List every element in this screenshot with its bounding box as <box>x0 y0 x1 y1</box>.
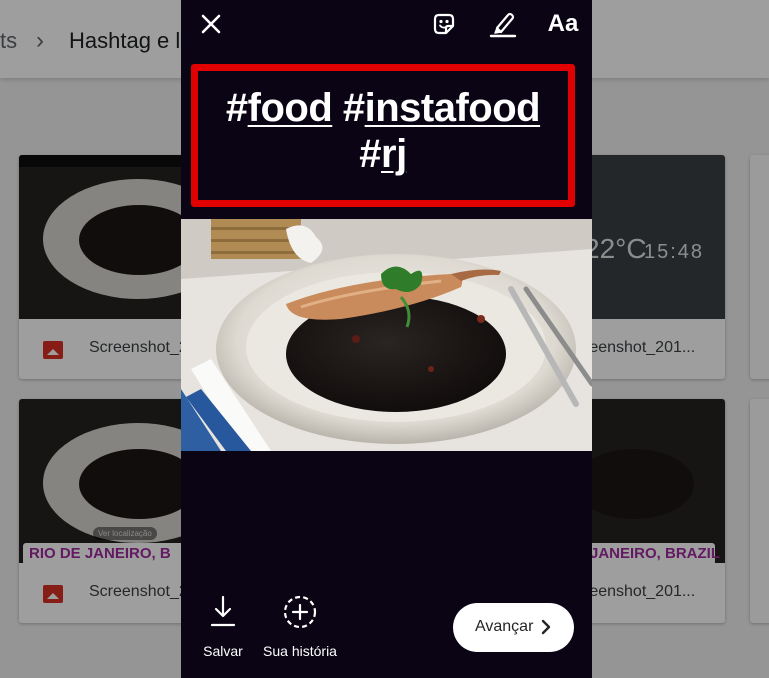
hashtag-food[interactable]: #food <box>226 86 333 130</box>
sticker-icon <box>433 13 455 35</box>
next-button[interactable]: Avançar <box>453 603 574 652</box>
draw-button[interactable] <box>488 8 518 40</box>
text-tool-button[interactable]: Aa <box>541 8 585 40</box>
save-button[interactable]: Salvar <box>201 594 245 664</box>
food-photo-image: d do <box>181 219 592 451</box>
next-label: Avançar <box>475 618 534 635</box>
sticker-button[interactable] <box>429 8 459 40</box>
add-story-icon <box>283 595 317 629</box>
story-photo: d do <box>181 219 592 451</box>
your-story-button[interactable]: Sua história <box>261 594 339 664</box>
close-icon <box>201 14 221 34</box>
draw-icon <box>489 12 517 38</box>
hashtag-text[interactable]: #food #instafood #rj <box>198 85 568 177</box>
close-button[interactable] <box>197 10 225 38</box>
your-story-label: Sua história <box>263 643 337 659</box>
hashtag-rj[interactable]: #rj <box>359 132 407 176</box>
save-label: Salvar <box>203 643 243 659</box>
chevron-right-icon <box>541 619 551 635</box>
story-editor: Aa #food #instafood #rj Salvar Sua histó… <box>181 0 592 678</box>
hashtag-highlight-box: #food #instafood #rj <box>191 64 575 207</box>
hashtag-instafood[interactable]: #instafood <box>343 86 541 130</box>
download-icon <box>210 595 236 627</box>
